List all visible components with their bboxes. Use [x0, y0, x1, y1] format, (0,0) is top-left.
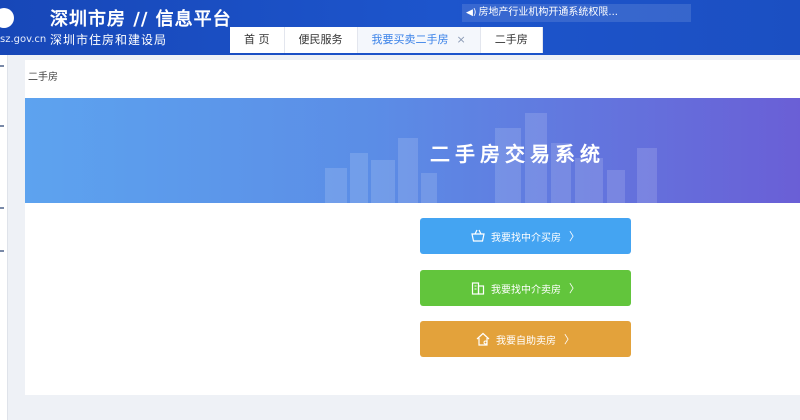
domain-text: sz.gov.cn [0, 34, 47, 45]
skyline-graphic [325, 113, 657, 203]
tab-bar: 首 页 便民服务 我要买卖二手房 × 二手房 [230, 27, 543, 53]
sidebar-marker [0, 125, 4, 127]
sidebar-marker [0, 250, 4, 252]
sidebar-collapsed[interactable] [0, 55, 8, 420]
notice-text: 房地产行业机构开通系统权限... [478, 7, 618, 18]
tab-services[interactable]: 便民服务 [284, 27, 358, 53]
button-label: 我要自助卖房 [496, 335, 556, 347]
tab-label: 首 页 [244, 33, 270, 46]
site-title: 深圳市房 ∕∕ 信息平台 [50, 9, 232, 30]
basket-icon [471, 229, 485, 243]
chevron-right-icon: 〉 [564, 333, 575, 346]
header-bar: sz.gov.cn 深圳市房 ∕∕ 信息平台 深圳市住房和建设局 ◀) 房地产行业… [0, 0, 800, 55]
house-icon [476, 332, 490, 346]
tab-secondhand[interactable]: 二手房 [480, 27, 543, 53]
button-label: 我要找中介卖房 [491, 284, 561, 296]
sidebar-marker [0, 207, 4, 209]
speaker-icon: ◀) [466, 8, 477, 18]
tab-label: 我要买卖二手房 [371, 33, 449, 46]
chevron-right-icon: 〉 [569, 282, 580, 295]
tab-buy-sell-secondhand[interactable]: 我要买卖二手房 × [357, 27, 481, 53]
self-sell-button[interactable]: 我要自助卖房 〉 [420, 321, 631, 357]
logo-icon [0, 8, 14, 28]
tab-label: 便民服务 [298, 33, 343, 46]
site-subtitle: 深圳市住房和建设局 [50, 33, 168, 47]
tab-home[interactable]: 首 页 [230, 27, 285, 53]
system-banner: 二手房交易系统 [25, 98, 800, 203]
banner-title: 二手房交易系统 [430, 142, 605, 166]
breadcrumb: 二手房 [28, 72, 58, 83]
tab-label: 二手房 [494, 33, 528, 46]
building-icon [471, 281, 485, 295]
find-agent-sell-button[interactable]: 我要找中介卖房 〉 [420, 270, 631, 306]
chevron-right-icon: 〉 [569, 230, 580, 243]
close-icon[interactable]: × [457, 33, 466, 46]
notice-bar[interactable]: ◀) 房地产行业机构开通系统权限... [462, 4, 691, 22]
main-panel: 二手房 二手房交易系统 我要找中介买房 〉 我要找中介卖房 〉 我要自助卖房 〉 [25, 60, 800, 395]
sidebar-marker [0, 65, 4, 67]
find-agent-buy-button[interactable]: 我要找中介买房 〉 [420, 218, 631, 254]
button-label: 我要找中介买房 [491, 232, 561, 244]
